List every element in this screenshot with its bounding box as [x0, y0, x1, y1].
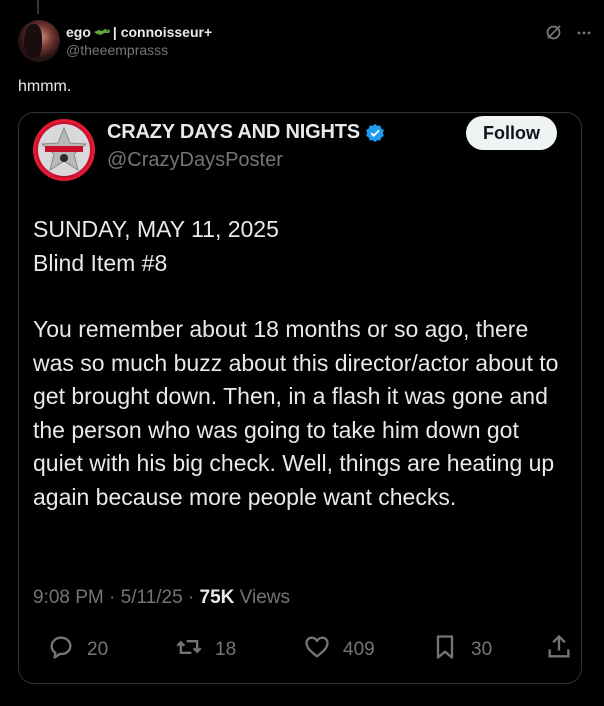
meta-separator: ·	[187, 587, 195, 608]
tweet-meta: 9:08 PM · 5/11/25 · 75K Views	[33, 587, 290, 609]
outer-display-name[interactable]: ego | connoisseur+	[66, 24, 212, 40]
tweet-date[interactable]: 5/11/25	[121, 587, 183, 608]
follow-button[interactable]: Follow	[466, 116, 557, 150]
body-date-line: SUNDAY, MAY 11, 2025	[33, 216, 279, 242]
reply-icon	[47, 633, 75, 667]
tweet-time[interactable]: 9:08 PM	[33, 587, 104, 608]
bookmark-count: 30	[471, 639, 493, 660]
repost-button[interactable]: 18	[175, 633, 236, 667]
repost-icon	[175, 633, 203, 667]
views-label: Views	[239, 587, 291, 608]
meta-separator: ·	[109, 587, 116, 608]
avatar[interactable]	[18, 20, 60, 62]
views-count: 75K	[199, 587, 235, 608]
display-name-end: | connoisseur+	[112, 24, 213, 40]
reply-count: 20	[87, 639, 109, 660]
body-spacer	[33, 280, 573, 313]
bookmark-button[interactable]: 30	[431, 633, 492, 667]
like-count: 409	[343, 639, 375, 660]
body-paragraph: You remember about 18 months or so ago, …	[33, 316, 559, 510]
tweet-actions: 20 18 409 30	[33, 633, 573, 665]
verified-badge-icon	[365, 123, 385, 143]
outer-tweet-header: ego | connoisseur+ @theeemprasss	[66, 24, 212, 58]
tweet-top-icons	[545, 24, 592, 45]
thread-line	[37, 0, 39, 14]
quoted-avatar[interactable]	[33, 119, 95, 181]
share-icon	[545, 633, 573, 667]
outer-handle[interactable]: @theeemprasss	[66, 42, 212, 58]
share-button[interactable]	[545, 633, 573, 667]
more-icon[interactable]	[576, 25, 592, 45]
grok-icon[interactable]	[545, 24, 562, 45]
repost-count: 18	[215, 639, 237, 660]
display-name-start: ego	[66, 24, 91, 40]
reply-button[interactable]: 20	[47, 633, 108, 667]
quoted-tweet-card[interactable]: CRAZY DAYS AND NIGHTS @CrazyDaysPoster F…	[18, 112, 582, 684]
quoted-avatar-logo	[38, 124, 90, 176]
bookmark-icon	[431, 633, 459, 667]
heart-icon	[303, 633, 331, 667]
body-blind-item-line: Blind Item #8	[33, 249, 168, 276]
quoted-tweet-body: SUNDAY, MAY 11, 2025 Blind Item #8 You r…	[33, 213, 573, 514]
outer-tweet-text: hmmm.	[18, 78, 72, 95]
like-button[interactable]: 409	[303, 633, 375, 667]
quoted-name-row[interactable]: CRAZY DAYS AND NIGHTS	[107, 121, 385, 144]
crocodile-emoji-icon	[93, 24, 111, 40]
quoted-display-name: CRAZY DAYS AND NIGHTS	[107, 121, 360, 143]
tweet-page: ego | connoisseur+ @theeemprasss hmmm. C…	[0, 0, 604, 706]
quoted-handle[interactable]: @CrazyDaysPoster	[107, 149, 283, 172]
